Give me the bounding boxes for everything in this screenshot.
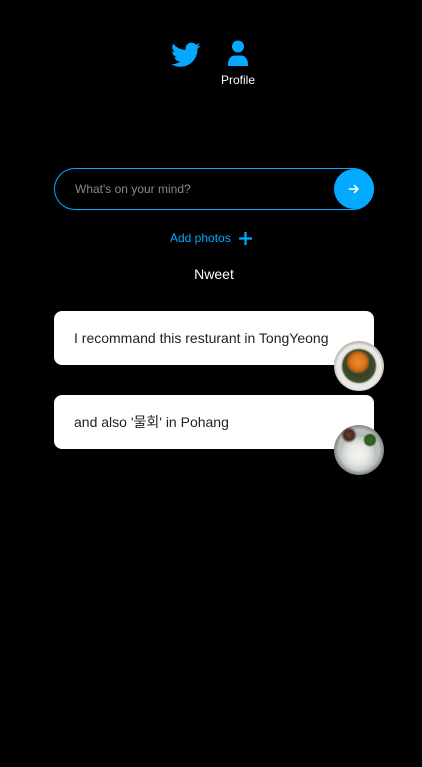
app-page: Profile Add photos Nweet I recommand thi…	[0, 0, 422, 767]
profile-label: Profile	[220, 73, 255, 87]
nweet-text: and also '물회' in Pohang	[74, 414, 229, 430]
profile-link[interactable]: Profile	[214, 40, 262, 92]
add-photos-label: Add photos	[170, 231, 231, 245]
home-link[interactable]	[171, 42, 201, 68]
nweet-card: I recommand this resturant in TongYeong	[54, 311, 374, 365]
plus-icon	[238, 231, 252, 245]
nweet-card: and also '물회' in Pohang	[54, 395, 374, 449]
nweet-photo	[334, 425, 384, 475]
nweet-input[interactable]	[54, 168, 374, 210]
twitter-bird-icon	[171, 42, 201, 67]
submit-button[interactable]	[334, 169, 374, 209]
nweet-photo	[334, 341, 384, 391]
add-photos-button[interactable]: Add photos	[170, 228, 252, 248]
arrow-right-icon	[348, 184, 359, 194]
top-navigation: Profile	[0, 0, 422, 100]
feed-title: Nweet	[194, 266, 234, 282]
nweet-text: I recommand this resturant in TongYeong	[74, 330, 329, 346]
user-icon	[228, 40, 248, 66]
nweet-composer	[54, 168, 374, 210]
